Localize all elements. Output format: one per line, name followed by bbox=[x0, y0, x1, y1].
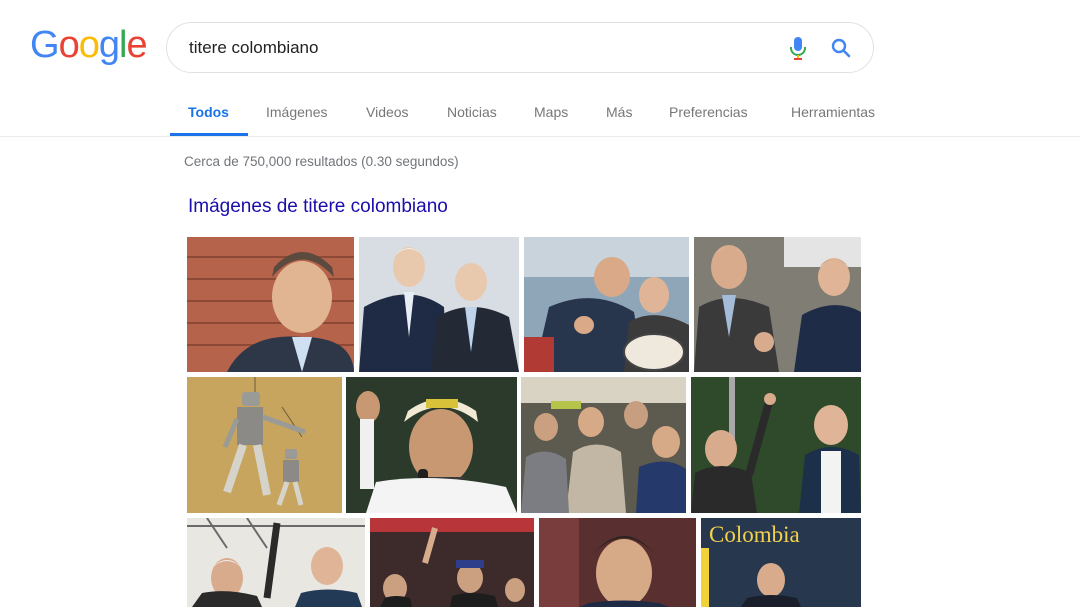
image-thumbnail[interactable] bbox=[539, 518, 696, 607]
image-thumbnail[interactable] bbox=[359, 237, 519, 372]
image-thumbnail[interactable]: Colombia bbox=[701, 518, 861, 607]
thumbnail-caption: Colombia bbox=[709, 522, 800, 547]
logo-letter: G bbox=[30, 24, 60, 66]
tab-herramientas[interactable]: Herramientas bbox=[791, 104, 875, 120]
active-tab-indicator bbox=[170, 133, 248, 136]
tab-todos[interactable]: Todos bbox=[188, 104, 229, 120]
image-section-heading[interactable]: Imágenes de titere colombiano bbox=[188, 196, 448, 218]
result-stats: Cerca de 750,000 resultados (0.30 segund… bbox=[184, 154, 459, 169]
image-thumbnail[interactable] bbox=[187, 237, 354, 372]
image-thumbnail[interactable] bbox=[524, 237, 689, 372]
image-thumbnail[interactable] bbox=[187, 518, 365, 607]
logo-letter: g bbox=[98, 24, 120, 66]
logo-letter: o bbox=[58, 24, 80, 66]
search-tabs: Todos Imágenes Videos Noticias Maps Más … bbox=[0, 95, 1080, 137]
microphone-icon[interactable] bbox=[787, 35, 809, 61]
image-thumbnail[interactable] bbox=[346, 377, 517, 513]
logo-letter: o bbox=[78, 24, 100, 66]
image-thumbnail[interactable] bbox=[187, 377, 342, 513]
magnifier-icon[interactable] bbox=[829, 36, 853, 60]
image-thumbnail[interactable] bbox=[370, 518, 534, 607]
tab-videos[interactable]: Videos bbox=[366, 104, 409, 120]
image-thumbnail[interactable] bbox=[691, 377, 861, 513]
tab-maps[interactable]: Maps bbox=[534, 104, 568, 120]
image-thumbnail[interactable] bbox=[694, 237, 861, 372]
google-logo[interactable]: Google bbox=[30, 24, 148, 66]
search-input[interactable] bbox=[189, 35, 749, 61]
tab-mas[interactable]: Más bbox=[606, 104, 632, 120]
tab-imagenes[interactable]: Imágenes bbox=[266, 104, 327, 120]
tab-noticias[interactable]: Noticias bbox=[447, 104, 497, 120]
search-box[interactable] bbox=[166, 22, 874, 73]
image-thumbnail[interactable] bbox=[521, 377, 686, 513]
logo-letter: e bbox=[126, 24, 147, 66]
logo-letter: l bbox=[118, 24, 128, 66]
tab-preferencias[interactable]: Preferencias bbox=[669, 104, 748, 120]
